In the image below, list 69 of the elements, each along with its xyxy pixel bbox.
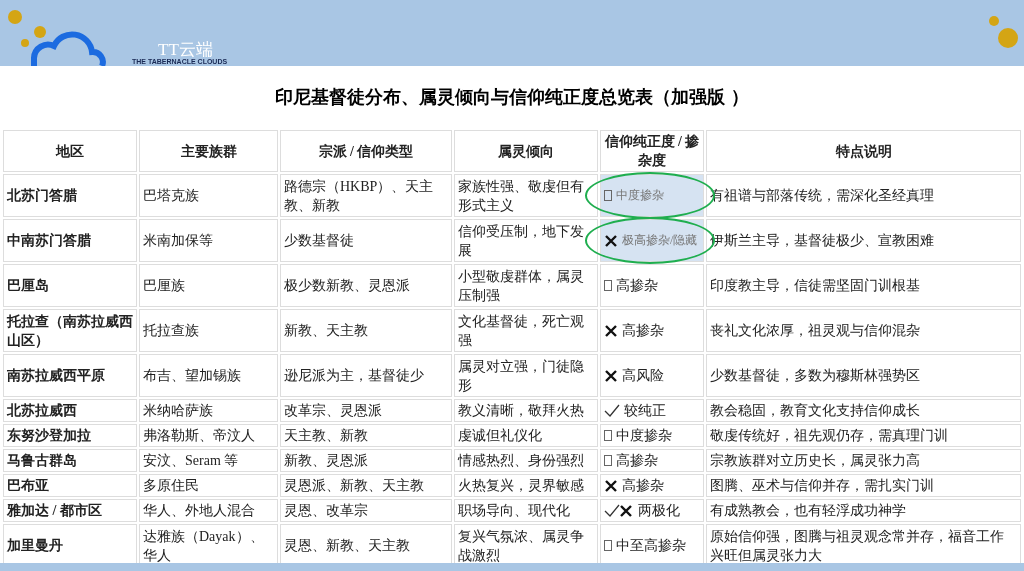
purity-label: 中至高掺杂 xyxy=(616,537,686,555)
denomination-cell: 少数基督徒 xyxy=(280,219,452,262)
denomination-cell: 灵恩派、新教、天主教 xyxy=(280,474,452,497)
coin-dots-drawing xyxy=(6,8,48,48)
ethnic-group-cell: 布吉、望加锡族 xyxy=(139,354,278,397)
purity-label: 高掺杂 xyxy=(622,322,664,340)
notes-cell: 少数基督徒，多数为穆斯林强势区 xyxy=(706,354,1021,397)
denomination-cell: 改革宗、灵恩派 xyxy=(280,399,452,422)
purity-label: 两极化 xyxy=(638,502,680,520)
purity-label: 高掺杂 xyxy=(616,277,658,295)
denomination-cell: 天主教、新教 xyxy=(280,424,452,447)
ethnic-group-cell: 托拉查族 xyxy=(139,309,278,352)
tendency-cell: 情感热烈、身份强烈 xyxy=(454,449,598,472)
brand-name: TT云端 xyxy=(158,39,213,59)
tendency-cell: 小型敬虔群体，属灵压制强 xyxy=(454,264,598,307)
ethnic-group-cell: 弗洛勒斯、帝汶人 xyxy=(139,424,278,447)
region-cell: 雅加达 / 都市区 xyxy=(3,499,137,522)
column-header: 信仰纯正度 / 掺杂度 xyxy=(600,130,704,172)
ethnic-group-cell: 米纳哈萨族 xyxy=(139,399,278,422)
ethnic-group-cell: 巴塔克族 xyxy=(139,174,278,217)
region-cell: 北苏拉威西 xyxy=(3,399,137,422)
region-cell: 北苏门答腊 xyxy=(3,174,137,217)
column-header: 地区 xyxy=(3,130,137,172)
tendency-cell: 职场导向、现代化 xyxy=(454,499,598,522)
region-cell: 巴厘岛 xyxy=(3,264,137,307)
table-title: 印尼基督徒分布、属灵倾向与信仰纯正度总览表（加强版 ） xyxy=(273,85,751,109)
purity-label: 极高掺杂/隐藏 xyxy=(622,232,698,249)
ethnic-group-cell: 巴厘族 xyxy=(139,264,278,307)
column-header: 属灵倾向 xyxy=(454,130,598,172)
denomination-cell: 新教、天主教 xyxy=(280,309,452,352)
tendency-cell: 虔诚但礼仪化 xyxy=(454,424,598,447)
denomination-cell: 极少数新教、灵恩派 xyxy=(280,264,452,307)
purity-label: 高掺杂 xyxy=(622,477,664,495)
purity-label: 中度掺杂 xyxy=(616,187,664,204)
notes-cell: 教会稳固，教育文化支持信仰成长 xyxy=(706,399,1021,422)
notes-cell: 印度教主导，信徒需坚固门训根基 xyxy=(706,264,1021,307)
tendency-cell: 家族性强、敬虔但有形式主义 xyxy=(454,174,598,217)
denomination-cell: 路德宗（HKBP）、天主教、新教 xyxy=(280,174,452,217)
coin-dots-drawing xyxy=(986,14,1020,50)
region-cell: 托拉查（南苏拉威西山区） xyxy=(3,309,137,352)
purity-label: 中度掺杂 xyxy=(616,427,672,445)
notes-cell: 图腾、巫术与信仰并存，需扎实门训 xyxy=(706,474,1021,497)
tendency-cell: 信仰受压制，地下发展 xyxy=(454,219,598,262)
tendency-cell: 属灵对立强，门徒隐形 xyxy=(454,354,598,397)
ethnic-group-cell: 米南加保等 xyxy=(139,219,278,262)
notes-cell: 丧礼文化浓厚，祖灵观与信仰混杂 xyxy=(706,309,1021,352)
ethnic-group-cell: 多原住民 xyxy=(139,474,278,497)
notes-cell: 有成熟教会，也有轻浮成功神学 xyxy=(706,499,1021,522)
purity-label: 高风险 xyxy=(622,367,664,385)
purity-label: 高掺杂 xyxy=(616,452,658,470)
denomination-cell: 灵恩、改革宗 xyxy=(280,499,452,522)
notes-cell: 宗教族群对立历史长，属灵张力高 xyxy=(706,449,1021,472)
ethnic-group-cell: 安汶、Seram 等 xyxy=(139,449,278,472)
denomination-cell: 新教、灵恩派 xyxy=(280,449,452,472)
tendency-cell: 教义清晰，敬拜火热 xyxy=(454,399,598,422)
notes-cell: 敬虔传统好，祖先观仍存，需真理门训 xyxy=(706,424,1021,447)
tendency-cell: 文化基督徒，死亡观强 xyxy=(454,309,598,352)
purity-label: 较纯正 xyxy=(624,402,666,420)
region-cell: 马鲁古群岛 xyxy=(3,449,137,472)
region-cell: 南苏拉威西平原 xyxy=(3,354,137,397)
region-cell: 巴布亚 xyxy=(3,474,137,497)
tendency-cell: 火热复兴，灵界敏感 xyxy=(454,474,598,497)
region-cell: 中南苏门答腊 xyxy=(3,219,137,262)
region-cell: 东努沙登加拉 xyxy=(3,424,137,447)
ethnic-group-cell: 华人、外地人混合 xyxy=(139,499,278,522)
column-header: 特点说明 xyxy=(706,130,1021,172)
column-header: 主要族群 xyxy=(139,130,278,172)
column-header: 宗派 / 信仰类型 xyxy=(280,130,452,172)
denomination-cell: 逊尼派为主，基督徒少 xyxy=(280,354,452,397)
